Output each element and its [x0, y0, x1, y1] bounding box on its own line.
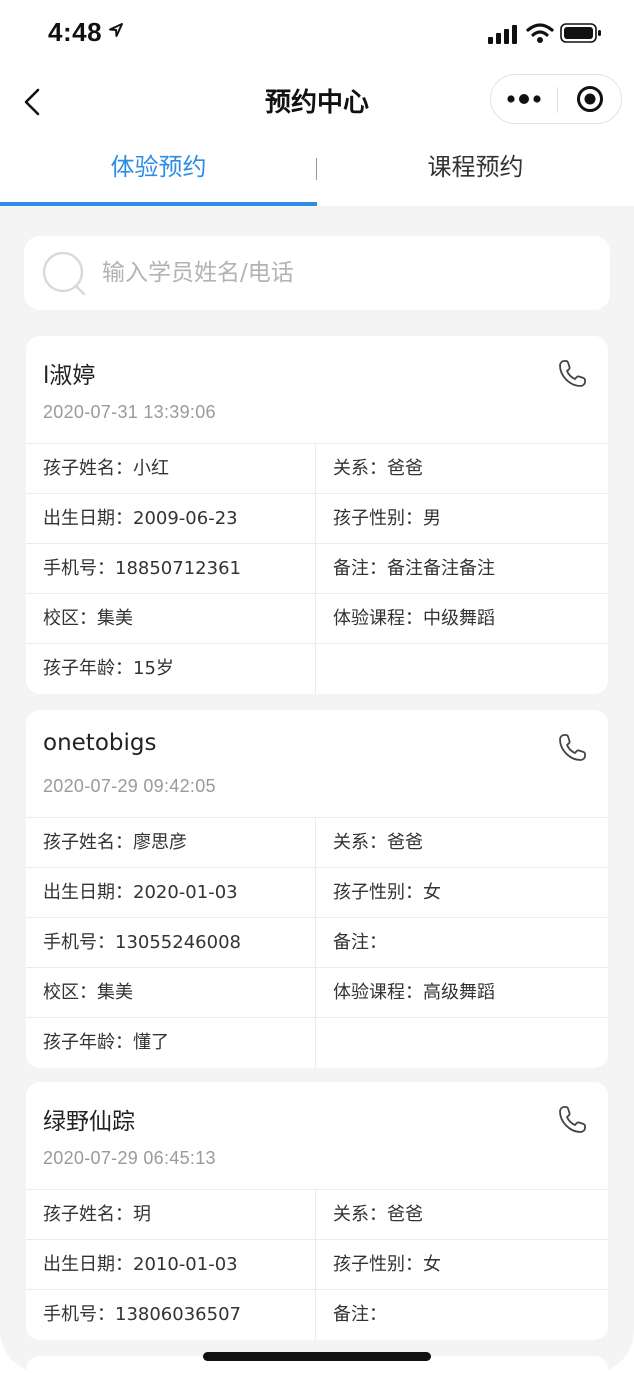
booking-time: 2020-07-29 09:42:05 [43, 776, 216, 796]
battery-icon [560, 23, 601, 43]
relationship: 关系：爸爸 [333, 1204, 423, 1225]
status-time: 4:48 [48, 17, 103, 47]
info-row: 孩子姓名：小红 关系：爸爸 [26, 444, 608, 494]
birth-date: 出生日期：2020-01-03 [43, 882, 238, 903]
trial-course: 体验课程：高级舞蹈 [333, 982, 495, 1003]
phone-number: 手机号：18850712361 [43, 558, 241, 579]
child-name: 孩子姓名：玥 [43, 1204, 151, 1225]
more-dots-icon [507, 94, 541, 104]
target-circle-icon [577, 86, 603, 112]
info-row: 手机号：18850712361 备注：备注备注备注 [26, 544, 608, 594]
close-miniprogram-button[interactable] [558, 75, 622, 123]
campus: 校区：集美 [43, 608, 133, 629]
active-tab-indicator [0, 202, 317, 206]
wifi-icon [526, 23, 554, 43]
card-header: onetobigs 2020-07-29 09:42:05 [26, 710, 608, 818]
phone-icon[interactable] [556, 358, 588, 390]
tab-bar: 体验预约 课程预约 [0, 136, 634, 206]
info-row: 出生日期：2020-01-03 孩子性别：女 [26, 868, 608, 918]
column-divider [315, 1290, 316, 1340]
column-divider [315, 1190, 316, 1239]
info-row: 出生日期：2009-06-23 孩子性别：男 [26, 494, 608, 544]
column-divider [315, 918, 316, 967]
remarks: 备注： [333, 1304, 387, 1325]
tab-course-booking[interactable]: 课程预约 [317, 136, 634, 204]
info-row: 手机号：13806036507 备注： [26, 1290, 608, 1340]
column-divider [315, 968, 316, 1017]
card-header: 绿野仙踪 2020-07-29 06:45:13 [26, 1082, 608, 1190]
column-divider [315, 644, 316, 694]
search-box [24, 236, 610, 310]
relationship: 关系：爸爸 [333, 832, 423, 853]
child-age: 孩子年龄：懂了 [43, 1032, 169, 1053]
child-gender: 孩子性别：女 [333, 1254, 441, 1275]
column-divider [315, 868, 316, 917]
child-name: 孩子姓名：小红 [43, 458, 169, 479]
more-menu-button[interactable] [491, 75, 557, 123]
remarks: 备注：备注备注备注 [333, 558, 495, 579]
column-divider [315, 444, 316, 493]
column-divider [315, 594, 316, 643]
empty-cell [333, 1018, 603, 1067]
parent-name: l淑婷 [43, 363, 96, 389]
column-divider [315, 1240, 316, 1289]
info-row: 孩子年龄：懂了 [26, 1018, 608, 1068]
column-divider [315, 544, 316, 593]
booking-card: l淑婷 2020-07-31 13:39:06 孩子姓名：小红 关系：爸爸 出生… [26, 336, 608, 694]
column-divider [315, 1018, 316, 1068]
booking-time: 2020-07-31 13:39:06 [43, 402, 216, 422]
child-name: 孩子姓名：廖思彦 [43, 832, 187, 853]
location-arrow-icon [109, 23, 123, 37]
search-icon [42, 251, 86, 296]
info-row: 手机号：13055246008 备注： [26, 918, 608, 968]
trial-course: 体验课程：中级舞蹈 [333, 608, 495, 629]
navigation-bar: 预约中心 [0, 68, 634, 136]
search-input[interactable] [102, 236, 592, 310]
cellular-signal-icon [488, 25, 517, 44]
booking-time: 2020-07-29 06:45:13 [43, 1148, 216, 1168]
phone-icon[interactable] [556, 1104, 588, 1136]
birth-date: 出生日期：2009-06-23 [43, 508, 238, 529]
status-bar: 4:48 [0, 0, 634, 68]
birth-date: 出生日期：2010-01-03 [43, 1254, 238, 1275]
empty-cell [333, 644, 603, 693]
campus: 校区：集美 [43, 982, 133, 1003]
child-age: 孩子年龄：15岁 [43, 658, 174, 679]
parent-name: onetobigs [43, 730, 157, 756]
info-row: 孩子姓名：玥 关系：爸爸 [26, 1190, 608, 1240]
parent-name: 绿野仙踪 [43, 1109, 135, 1135]
app-screen: 4:48 预约中心 体验预约 课程预约 输入学员姓名/电话 l淑婷 2020-0… [0, 0, 634, 1374]
booking-card: 绿野仙踪 2020-07-29 06:45:13 孩子姓名：玥 关系：爸爸 出生… [26, 1082, 608, 1340]
info-row: 校区：集美 体验课程：中级舞蹈 [26, 594, 608, 644]
child-gender: 孩子性别：女 [333, 882, 441, 903]
phone-icon[interactable] [556, 732, 588, 764]
info-row: 孩子年龄：15岁 [26, 644, 608, 694]
phone-number: 手机号：13806036507 [43, 1304, 241, 1325]
info-row: 出生日期：2010-01-03 孩子性别：女 [26, 1240, 608, 1290]
tab-experience-booking[interactable]: 体验预约 [0, 136, 317, 204]
card-header: l淑婷 2020-07-31 13:39:06 [26, 336, 608, 444]
remarks: 备注： [333, 932, 387, 953]
column-divider [315, 494, 316, 543]
miniprogram-capsule [490, 74, 622, 124]
info-row: 校区：集美 体验课程：高级舞蹈 [26, 968, 608, 1018]
column-divider [315, 818, 316, 867]
relationship: 关系：爸爸 [333, 458, 423, 479]
child-gender: 孩子性别：男 [333, 508, 441, 529]
booking-card: onetobigs 2020-07-29 09:42:05 孩子姓名：廖思彦 关… [26, 710, 608, 1068]
info-row: 孩子姓名：廖思彦 关系：爸爸 [26, 818, 608, 868]
home-indicator [203, 1352, 431, 1361]
phone-number: 手机号：13055246008 [43, 932, 241, 953]
